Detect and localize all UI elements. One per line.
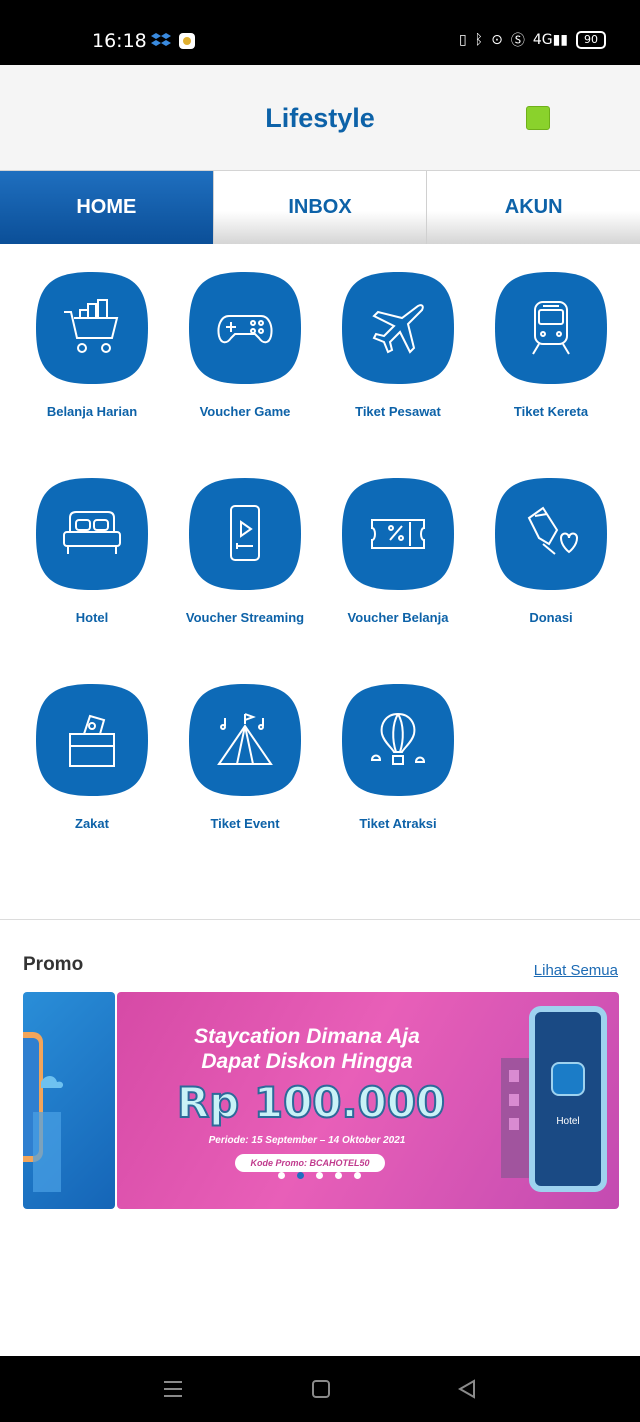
- tab-akun[interactable]: AKUN: [426, 171, 640, 244]
- dropbox-icon: [151, 33, 171, 46]
- promo-period: Periode: 15 September – 14 Oktober 2021: [208, 1135, 406, 1146]
- signal-icon: 4G▮▮: [532, 32, 568, 48]
- menu-item-tiket-event[interactable]: Tiket Event: [167, 656, 320, 856]
- menu-icon-bg: [340, 476, 456, 592]
- menu-item-label: Tiket Kereta: [513, 404, 589, 419]
- back-icon[interactable]: [456, 1378, 478, 1400]
- shopping-cart-icon: [64, 299, 119, 353]
- promo-amount: Rp 100.000: [176, 1077, 446, 1128]
- menu-icon[interactable]: [162, 1378, 184, 1400]
- menu-item-voucher-belanja[interactable]: Voucher Belanja: [320, 450, 473, 650]
- menu-icon-bg: [187, 270, 303, 386]
- menu-item-label: Voucher Streaming: [185, 610, 305, 625]
- menu-item-label: Belanja Harian: [46, 404, 138, 419]
- menu-item-tiket-pesawat[interactable]: Tiket Pesawat: [320, 244, 473, 444]
- promo-headline: Staycation Dimana Aja Dapat Diskon Hingg…: [177, 1024, 437, 1074]
- donation-hands-icon: [527, 506, 579, 555]
- menu-icon-bg: [34, 682, 150, 798]
- carousel-dot[interactable]: [354, 1172, 361, 1179]
- phone-play-icon: [230, 505, 260, 561]
- menu-icon-bg: [34, 270, 150, 386]
- status-indicator: [526, 106, 550, 130]
- menu-item-belanja-harian[interactable]: Belanja Harian: [14, 244, 167, 444]
- shield-icon: Ⓢ: [510, 33, 525, 49]
- app-header: Lifestyle: [0, 65, 640, 171]
- menu-icon-bg: [340, 270, 456, 386]
- discount-voucher-icon: [371, 519, 425, 549]
- train-icon: [532, 301, 570, 355]
- menu-item-donasi[interactable]: Donasi: [473, 450, 626, 650]
- menu-item-voucher-streaming[interactable]: Voucher Streaming: [167, 450, 320, 650]
- menu-icon-bg: [187, 476, 303, 592]
- menu-item-label: Tiket Pesawat: [355, 404, 441, 419]
- tab-bar: HOME INBOX AKUN: [0, 171, 640, 244]
- bed-icon: [63, 511, 121, 554]
- battery-icon: 90: [576, 31, 606, 49]
- vibrate-icon: ▯: [458, 32, 467, 48]
- zakat-box-icon: [69, 714, 115, 767]
- menu-item-label: Voucher Belanja: [347, 610, 449, 625]
- airplane-icon: [372, 304, 424, 354]
- see-all-promo-link[interactable]: Lihat Semua: [534, 962, 618, 979]
- carousel-dot-active[interactable]: [297, 1172, 304, 1179]
- carousel-dots: [278, 1172, 361, 1179]
- promo-banner[interactable]: Staycation Dimana Aja Dapat Diskon Hingg…: [117, 992, 619, 1209]
- hotel-app-icon: [551, 1062, 585, 1096]
- menu-item-tiket-atraksi[interactable]: Tiket Atraksi: [320, 656, 473, 856]
- carousel-dot[interactable]: [335, 1172, 342, 1179]
- menu-icon-bg: [493, 476, 609, 592]
- carousel-dot[interactable]: [316, 1172, 323, 1179]
- menu-item-zakat[interactable]: Zakat: [14, 656, 167, 856]
- menu-icon-bg: [340, 682, 456, 798]
- carousel-dot[interactable]: [278, 1172, 285, 1179]
- phone-app-label: Hotel: [556, 1116, 580, 1127]
- promo-banner-previous[interactable]: [23, 992, 115, 1209]
- gamepad-icon: [217, 315, 273, 344]
- menu-item-tiket-kereta[interactable]: Tiket Kereta: [473, 244, 626, 444]
- phone-illustration-icon: [23, 1032, 64, 1192]
- location-icon: ⊙: [491, 32, 503, 48]
- menu-icon-bg: [187, 682, 303, 798]
- promo-headline-line-1: Staycation Dimana Aja: [194, 1025, 420, 1048]
- menu-item-label: Voucher Game: [199, 404, 291, 419]
- tab-home[interactable]: HOME: [0, 171, 213, 244]
- status-time: 16:18: [92, 30, 147, 52]
- status-icons: ▯ ᛒ ⊙ Ⓢ 4G▮▮ 90: [459, 30, 606, 50]
- system-nav-bar: [0, 1356, 640, 1422]
- menu-item-label: Hotel: [75, 610, 109, 625]
- menu-item-label: Tiket Atraksi: [359, 816, 437, 831]
- menu-item-label: Zakat: [75, 816, 109, 831]
- promo-headline-line-2: Dapat Diskon Hingga: [201, 1050, 413, 1073]
- hot-air-balloon-icon: [370, 712, 426, 765]
- promo-title: Promo: [23, 954, 84, 975]
- promo-code: Kode Promo: BCAHOTEL50: [235, 1154, 385, 1172]
- menu-item-label: Tiket Event: [210, 816, 280, 831]
- menu-item-hotel[interactable]: Hotel: [14, 450, 167, 650]
- tab-inbox[interactable]: INBOX: [212, 171, 427, 244]
- menu-icon-bg: [493, 270, 609, 386]
- phone-mockup: Hotel: [529, 1006, 607, 1192]
- menu-item-label: Donasi: [529, 610, 573, 625]
- section-divider: [0, 919, 640, 920]
- status-bar: 16:18 ▯ ᛒ ⊙ Ⓢ 4G▮▮ 90: [0, 0, 640, 65]
- event-tent-icon: [217, 713, 273, 765]
- menu-icon-bg: [34, 476, 150, 592]
- menu-item-voucher-game[interactable]: Voucher Game: [167, 244, 320, 444]
- notification-app-icon: [179, 33, 195, 49]
- home-icon[interactable]: [310, 1378, 332, 1400]
- network-type: 4G: [532, 32, 553, 48]
- bluetooth-icon: ᛒ: [474, 32, 484, 48]
